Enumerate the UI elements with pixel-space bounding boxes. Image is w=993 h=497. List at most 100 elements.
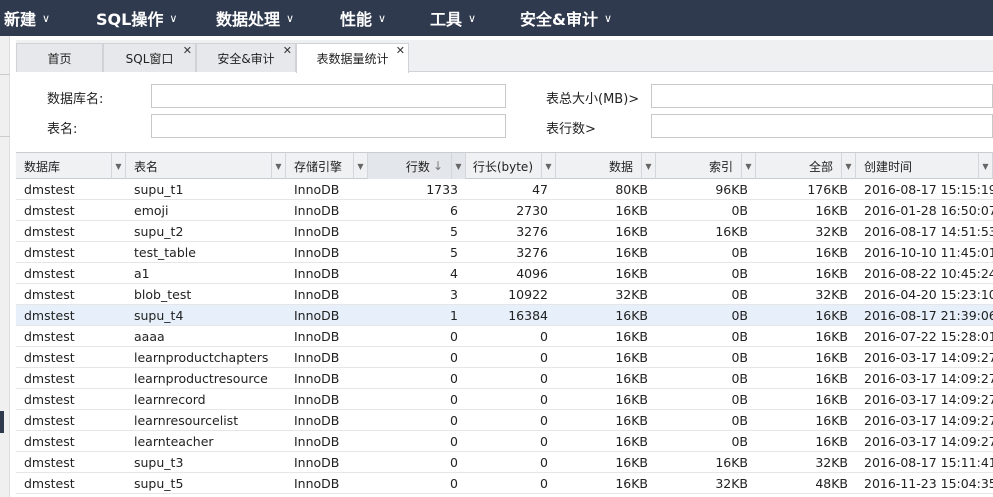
- table-row[interactable]: dmstest supu_t5 InnoDB 0 0 16KB 32KB 48KB 2016-1…: [16, 473, 993, 494]
- table-cell: dmstest: [24, 245, 75, 260]
- table-cell: InnoDB: [294, 455, 340, 470]
- table-cell: 0: [540, 392, 548, 407]
- column-header[interactable]: 全部 ▼: [756, 153, 856, 179]
- table-cell: 16KB: [815, 434, 848, 449]
- close-icon[interactable]: ✕: [396, 45, 405, 57]
- gutter-divider: [0, 74, 10, 75]
- table-cell: 16KB: [715, 455, 748, 470]
- close-icon[interactable]: ✕: [283, 45, 292, 57]
- table-cell: 2016-03-17 14:09:27: [864, 392, 993, 407]
- column-header-label: 存储引擎: [294, 159, 343, 174]
- table-cell: 32KB: [815, 455, 848, 470]
- table-cell: learnresourcelist: [134, 413, 239, 428]
- column-header[interactable]: 存储引擎 ▼: [286, 153, 368, 179]
- table-row[interactable]: dmstest learnteacher InnoDB 0 0 16KB 0B 16KB 201…: [16, 431, 993, 452]
- table-cell: dmstest: [24, 329, 75, 344]
- column-header[interactable]: 索引 ▼: [656, 153, 756, 179]
- menu-performance[interactable]: 性能 ∨: [340, 0, 386, 36]
- table-name-input[interactable]: [151, 114, 506, 138]
- column-header[interactable]: 数据库 ▼: [16, 153, 126, 179]
- table-row[interactable]: dmstest learnrecord InnoDB 0 0 16KB 0B 16KB 2016…: [16, 389, 993, 410]
- table-row[interactable]: dmstest aaaa InnoDB 0 0 16KB 0B 16KB 2016-07-22 …: [16, 326, 993, 347]
- column-header[interactable]: 行长(byte) ▼: [466, 153, 556, 179]
- table-cell: 16KB: [815, 392, 848, 407]
- column-menu-icon[interactable]: ▼: [841, 153, 855, 179]
- menu-tools[interactable]: 工具 ∨: [430, 0, 476, 36]
- menu-new[interactable]: 新建 ∨: [4, 0, 50, 36]
- table-cell: 0B: [731, 266, 748, 281]
- column-menu-icon[interactable]: ▼: [541, 153, 555, 179]
- row-count-input[interactable]: [651, 114, 993, 138]
- column-header[interactable]: 行数 ↓ ▼: [368, 153, 466, 179]
- column-header[interactable]: 数据 ▼: [556, 153, 656, 179]
- table-row[interactable]: dmstest supu_t2 InnoDB 5 3276 16KB 16KB 32KB 201…: [16, 221, 993, 242]
- column-menu-icon[interactable]: ▼: [271, 153, 285, 179]
- table-cell: 6: [450, 203, 458, 218]
- table-cell: 0: [540, 371, 548, 386]
- column-header[interactable]: 表名 ▼: [126, 153, 286, 179]
- table-cell: 0: [540, 434, 548, 449]
- table-row[interactable]: dmstest supu_t1 InnoDB 1733 47 80KB 96KB 176KB 2…: [16, 179, 993, 200]
- table-cell: 16KB: [615, 476, 648, 491]
- chevron-down-icon: ∨: [286, 11, 295, 25]
- table-cell: 2016-03-17 14:09:27: [864, 350, 993, 365]
- table-row[interactable]: dmstest learnresourcelist InnoDB 0 0 16KB 0B 16…: [16, 410, 993, 431]
- table-row[interactable]: dmstest learnproductresource InnoDB 0 0 16KB 0…: [16, 368, 993, 389]
- table-cell: dmstest: [24, 476, 75, 491]
- tab-3[interactable]: 表数据量统计 ✕: [296, 43, 409, 73]
- gutter-active-marker: [0, 411, 4, 433]
- table-row[interactable]: dmstest emoji InnoDB 6 2730 16KB 0B 16KB 2016-01…: [16, 200, 993, 221]
- table-cell: learnteacher: [134, 434, 214, 449]
- column-header[interactable]: 创建时间 ▼: [856, 153, 993, 179]
- table-row[interactable]: dmstest test_table InnoDB 5 3276 16KB 0B 16KB 20…: [16, 242, 993, 263]
- table-cell: 0: [540, 350, 548, 365]
- db-name-input[interactable]: [151, 84, 506, 108]
- column-menu-icon[interactable]: ▼: [111, 153, 125, 179]
- table-cell: 0B: [731, 308, 748, 323]
- table-cell: 16KB: [615, 203, 648, 218]
- table-cell: 2016-08-17 15:15:19: [864, 182, 993, 197]
- close-icon[interactable]: ✕: [183, 45, 192, 57]
- table-row[interactable]: dmstest learnproductchapters InnoDB 0 0 16KB 0…: [16, 347, 993, 368]
- column-menu-icon[interactable]: ▼: [451, 153, 465, 179]
- tab-2[interactable]: 安全&审计 ✕: [196, 43, 296, 72]
- table-cell: dmstest: [24, 455, 75, 470]
- table-row[interactable]: dmstest blob_test InnoDB 3 10922 32KB 0B 32KB 20…: [16, 284, 993, 305]
- table-cell: 10922: [508, 287, 548, 302]
- column-header-label: 行长(byte): [472, 159, 533, 174]
- menu-data[interactable]: 数据处理 ∨: [216, 0, 294, 36]
- table-cell: 0: [450, 455, 458, 470]
- tab-1[interactable]: SQL窗口 ✕: [103, 43, 196, 72]
- table-cell: 0B: [731, 350, 748, 365]
- menu-security[interactable]: 安全&审计 ∨: [520, 0, 612, 36]
- table-cell: InnoDB: [294, 413, 340, 428]
- table-cell: 16KB: [615, 329, 648, 344]
- table-cell: 16KB: [815, 266, 848, 281]
- column-menu-icon[interactable]: ▼: [641, 153, 655, 179]
- table-cell: InnoDB: [294, 371, 340, 386]
- total-size-input[interactable]: [651, 84, 993, 108]
- table-cell: 0B: [731, 392, 748, 407]
- table-cell: 0: [450, 371, 458, 386]
- table-cell: 16KB: [815, 329, 848, 344]
- table-row[interactable]: dmstest a1 InnoDB 4 4096 16KB 0B 16KB 2016-08-22…: [16, 263, 993, 284]
- table-cell: 0B: [731, 287, 748, 302]
- grid-header: 数据库 ▼ 表名 ▼ 存储引擎 ▼ 行数 ↓ ▼ 行长(byte) ▼ 数据 ▼ 索引 ▼ 全部 ▼ 创建时间 ▼: [16, 152, 993, 179]
- tab-0[interactable]: 首页: [16, 43, 103, 72]
- tab-label: 首页: [47, 51, 72, 66]
- table-cell: 80KB: [615, 182, 648, 197]
- column-menu-icon[interactable]: ▼: [978, 153, 992, 179]
- table-cell: 2016-03-17 14:09:27: [864, 413, 993, 428]
- table-cell: 2016-08-22 10:45:24: [864, 266, 993, 281]
- column-menu-icon[interactable]: ▼: [353, 153, 367, 179]
- table-cell: 0B: [731, 245, 748, 260]
- menu-sql[interactable]: SQL操作 ∨: [96, 0, 177, 36]
- chevron-down-icon: ∨: [603, 11, 613, 25]
- table-row[interactable]: dmstest supu_t4 InnoDB 1 16384 16KB 0B 16KB 2016…: [16, 305, 993, 326]
- table-cell: dmstest: [24, 203, 75, 218]
- column-menu-icon[interactable]: ▼: [741, 153, 755, 179]
- table-cell: 1733: [426, 182, 458, 197]
- table-cell: 2016-03-17 14:09:27: [864, 371, 993, 386]
- table-row[interactable]: dmstest supu_t3 InnoDB 0 0 16KB 16KB 32KB 2016-0…: [16, 452, 993, 473]
- column-header-label: 创建时间: [864, 159, 913, 174]
